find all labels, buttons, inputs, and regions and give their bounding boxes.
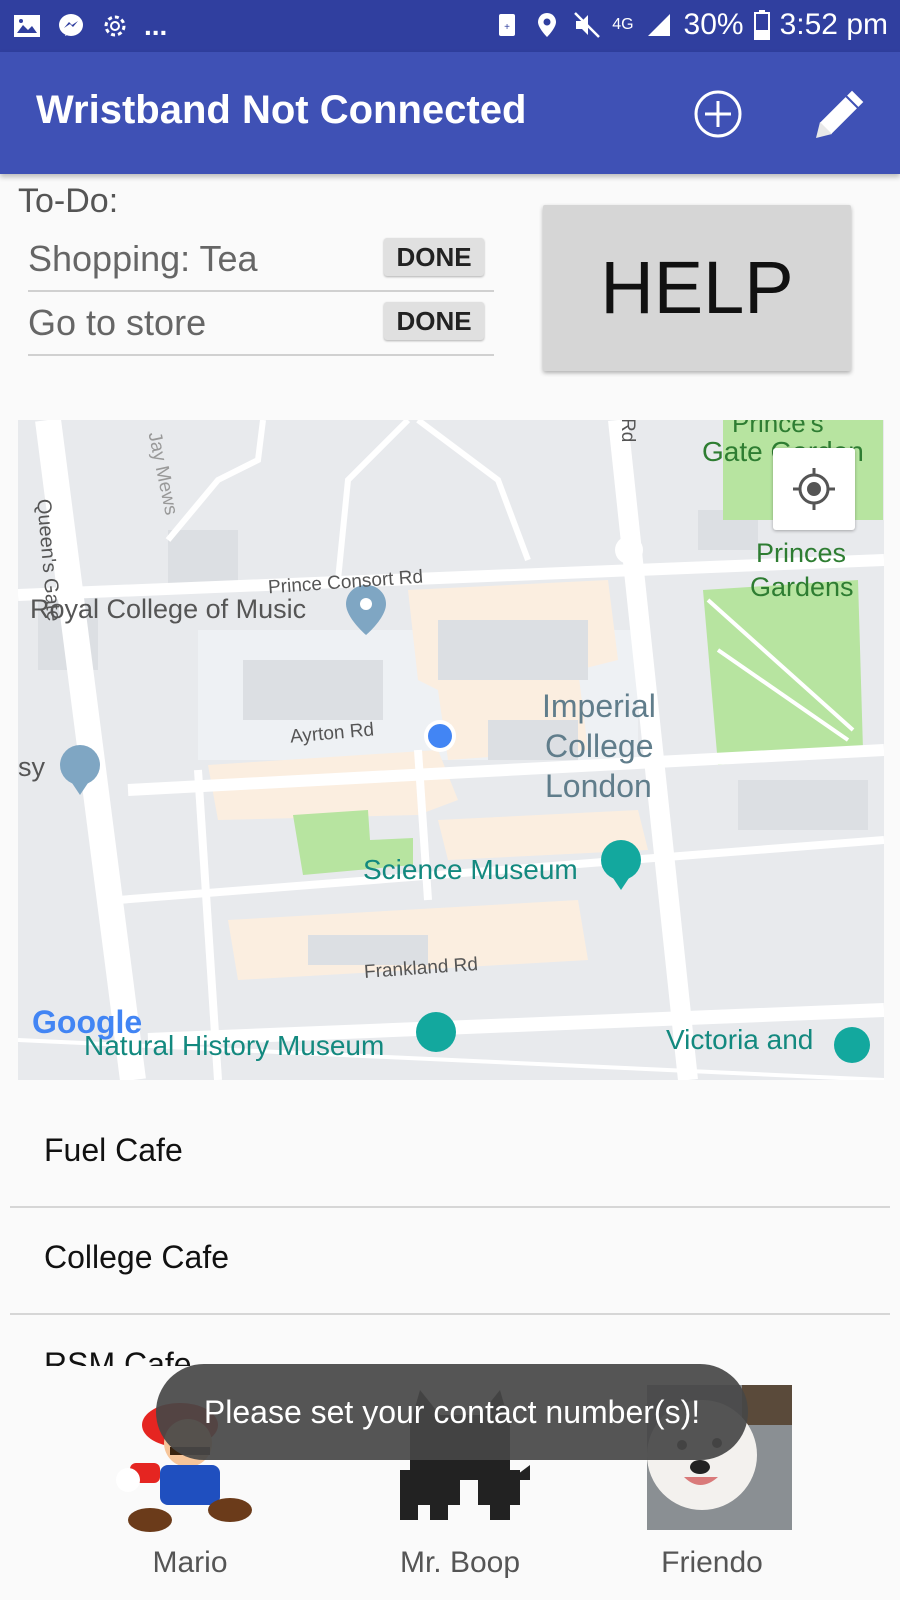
done-button[interactable]: DONE <box>384 238 484 276</box>
status-bar: ... + 4G 30% 3:52 pm <box>0 0 900 52</box>
map-label: Royal College of Music <box>30 594 307 624</box>
list-item[interactable]: RSM Cafe <box>10 1314 890 1366</box>
contact-name: Mario <box>152 1546 228 1579</box>
gallery-icon <box>14 15 40 37</box>
svg-text:+: + <box>504 22 510 33</box>
map-label: Science Museum <box>363 854 578 885</box>
todo-item: Shopping: Tea DONE <box>28 228 494 292</box>
my-location-icon <box>793 468 835 510</box>
contact-name: Friendo <box>661 1546 763 1579</box>
contact-name: Mr. Boop <box>399 1546 521 1579</box>
my-location-button[interactable] <box>773 448 855 530</box>
gear-icon <box>104 15 126 37</box>
map-label: sy <box>18 752 45 782</box>
more-notifications: ... <box>144 10 168 41</box>
help-button[interactable]: HELP <box>543 205 851 371</box>
done-button[interactable]: DONE <box>384 302 484 340</box>
location-icon <box>538 13 557 37</box>
place-name: College Cafe <box>44 1239 229 1275</box>
google-logo: Google <box>32 1004 143 1040</box>
messenger-icon <box>59 14 83 36</box>
network-type: 4G <box>612 16 634 33</box>
map-label: Imperial <box>542 688 656 724</box>
place-name: Fuel Cafe <box>44 1132 183 1168</box>
battery-icon <box>753 10 770 40</box>
mute-icon <box>574 12 601 38</box>
todo-title: To-Do: <box>18 182 119 220</box>
clock: 3:52 pm <box>779 8 888 41</box>
map-label: Gardens <box>750 572 854 602</box>
map-view[interactable]: Queen's Gate Jay Mews Rd Prince's Gate G… <box>18 420 884 1080</box>
battery-level: 30% <box>683 8 744 41</box>
battery-saver-icon: + <box>499 14 516 36</box>
place-name: RSM Cafe <box>44 1346 192 1366</box>
map-label: College <box>545 728 654 764</box>
list-item[interactable]: College Cafe <box>10 1207 890 1315</box>
toast-message: Please set your contact number(s)! <box>156 1364 748 1460</box>
map-label: Princes <box>756 538 847 568</box>
map-label: Rd <box>617 420 638 443</box>
pencil-icon[interactable] <box>808 82 872 146</box>
todo-item-text: Go to store <box>28 302 207 343</box>
add-circle-icon[interactable] <box>692 88 744 140</box>
app-title: Wristband Not Connected <box>36 88 527 132</box>
map-label: Victoria and <box>666 1024 814 1055</box>
map-canvas <box>18 420 884 1080</box>
todo-item: Go to store DONE <box>28 292 494 356</box>
map-label: London <box>545 768 652 804</box>
signal-icon <box>647 14 670 36</box>
todo-item-text: Shopping: Tea <box>28 238 258 279</box>
app-bar: Wristband Not Connected <box>0 52 900 174</box>
list-item[interactable]: Fuel Cafe <box>10 1100 890 1208</box>
